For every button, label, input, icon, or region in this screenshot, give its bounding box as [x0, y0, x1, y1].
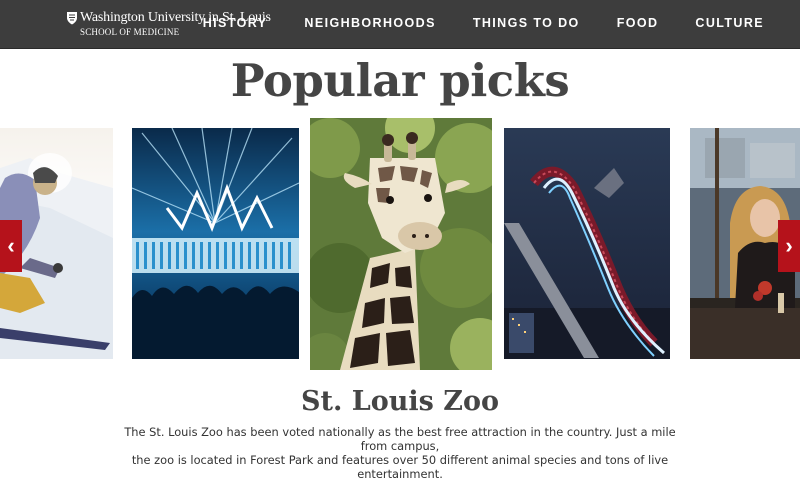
nav-item-culture[interactable]: CULTURE [695, 16, 764, 30]
concert-image [132, 128, 299, 359]
carousel-card-roller-coaster[interactable] [504, 128, 670, 359]
top-navigation-bar: Washington University in St. Louis SCHOO… [0, 0, 800, 49]
featured-description-line-2: the zoo is located in Forest Park and fe… [131, 453, 669, 481]
carousel-card-giraffe[interactable] [310, 118, 492, 370]
shield-icon [67, 12, 77, 25]
giraffe-image [310, 118, 492, 370]
featured-title: St. Louis Zoo [301, 386, 499, 417]
featured-description: The St. Louis Zoo has been voted nationa… [115, 425, 685, 481]
carousel-prev-button[interactable]: ‹ [0, 220, 22, 272]
nav-item-food[interactable]: FOOD [617, 16, 659, 30]
carousel-card-concert[interactable] [132, 128, 299, 359]
featured-description-line-1: The St. Louis Zoo has been voted nationa… [124, 425, 676, 453]
logo-school-name: SCHOOL OF MEDICINE [80, 27, 180, 37]
main-nav: HISTORY NEIGHBORHOODS THINGS TO DO FOOD … [166, 0, 764, 46]
nav-item-history[interactable]: HISTORY [203, 16, 268, 30]
nav-item-things-to-do[interactable]: THINGS TO DO [473, 16, 580, 30]
carousel-next-button[interactable]: › [778, 220, 800, 272]
page-title: Popular picks [230, 54, 570, 107]
roller-coaster-image [504, 128, 670, 359]
chevron-left-icon: ‹ [7, 233, 15, 258]
chevron-right-icon: › [785, 233, 793, 258]
nav-item-neighborhoods[interactable]: NEIGHBORHOODS [304, 16, 435, 30]
